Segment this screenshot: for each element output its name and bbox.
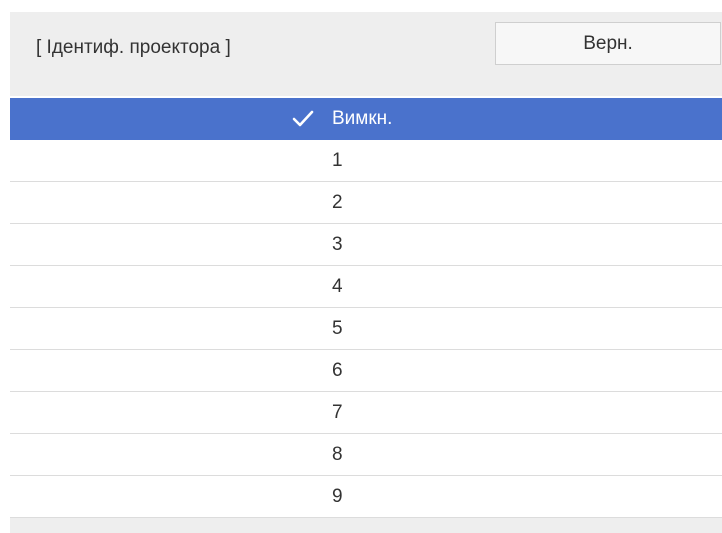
list-item[interactable]: 5 — [10, 308, 722, 350]
list-item-label: 5 — [332, 318, 343, 339]
list-item-label: 6 — [332, 360, 343, 381]
option-list: Вимкн. 1 2 3 4 5 6 7 8 9 — [10, 98, 722, 518]
list-item-label: 1 — [332, 150, 343, 171]
list-item[interactable]: 1 — [10, 140, 722, 182]
list-item-label: 9 — [332, 486, 343, 507]
list-item[interactable]: 4 — [10, 266, 722, 308]
list-item[interactable]: 8 — [10, 434, 722, 476]
list-item-label: 2 — [332, 192, 343, 213]
list-item[interactable]: 3 — [10, 224, 722, 266]
projector-id-menu: [ Ідентиф. проектора ] Верн. Вимкн. 1 2 … — [10, 12, 722, 533]
list-item-label: 7 — [332, 402, 343, 423]
back-button[interactable]: Верн. — [495, 22, 721, 65]
list-item[interactable]: Вимкн. — [10, 98, 722, 140]
list-item[interactable]: 6 — [10, 350, 722, 392]
list-item-label: 4 — [332, 276, 343, 297]
list-item[interactable]: 7 — [10, 392, 722, 434]
list-item-label: 8 — [332, 444, 343, 465]
list-item-label: Вимкн. — [332, 108, 393, 129]
list-item[interactable]: 9 — [10, 476, 722, 518]
list-item[interactable]: 2 — [10, 182, 722, 224]
checkmark-icon — [292, 110, 314, 127]
menu-footer — [10, 518, 722, 533]
list-item-label: 3 — [332, 234, 343, 255]
menu-header: [ Ідентиф. проектора ] Верн. — [10, 12, 722, 96]
menu-title: [ Ідентиф. проектора ] — [36, 37, 231, 58]
